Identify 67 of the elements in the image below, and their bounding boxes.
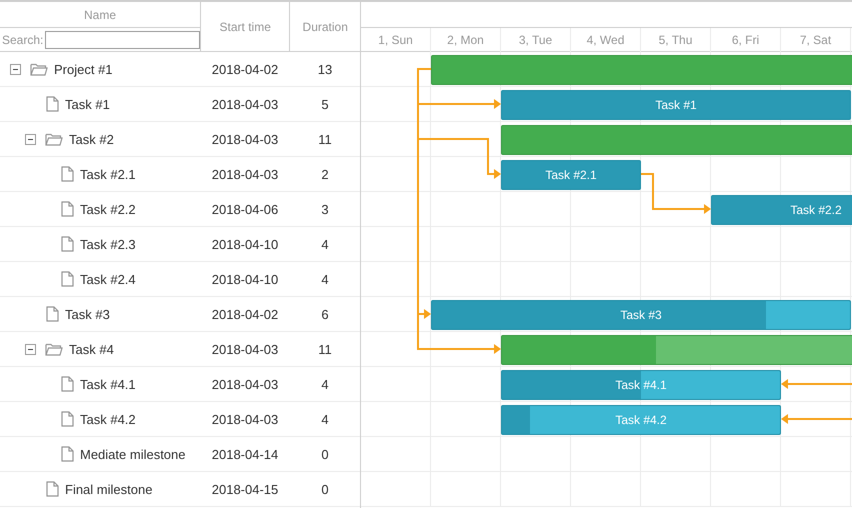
start-date: 2018-04-03: [210, 96, 280, 112]
task-name[interactable]: Task #2.1: [80, 166, 136, 182]
duration-value: 0: [320, 482, 330, 496]
day-header: 6, Fri: [711, 28, 781, 52]
collapse-icon[interactable]: [25, 134, 36, 144]
duration-value: 0: [320, 446, 330, 462]
task-name[interactable]: Task #4.2: [80, 412, 136, 426]
start-date: 2018-04-10: [210, 272, 280, 286]
folder-icon: [45, 132, 63, 146]
day-header: 1, Sun: [361, 28, 431, 52]
dependency-arrow: [781, 379, 852, 389]
file-icon: [61, 446, 74, 462]
start-date: 2018-04-03: [210, 412, 280, 426]
duration-value: 4: [320, 272, 330, 286]
task-name[interactable]: Task #2.3: [80, 236, 136, 252]
file-icon: [61, 201, 74, 217]
task-name[interactable]: Task #2: [69, 132, 114, 146]
duration-value: 13: [316, 62, 334, 76]
start-date: 2018-04-03: [210, 342, 280, 356]
task-name[interactable]: Task #1: [65, 96, 110, 112]
task-name[interactable]: Mediate milestone: [80, 446, 186, 462]
folder-icon: [30, 62, 48, 76]
start-date: 2018-04-15: [210, 482, 280, 496]
duration-value: 6: [320, 306, 330, 322]
task-name[interactable]: Project #1: [54, 62, 113, 76]
day-header: 3, Tue: [501, 28, 571, 52]
task-name[interactable]: Task #2.4: [80, 272, 136, 286]
task-name[interactable]: Task #2.2: [80, 202, 136, 216]
start-date: 2018-04-02: [210, 306, 280, 322]
task-name[interactable]: Final milestone: [65, 482, 152, 496]
duration-value: 4: [320, 376, 330, 392]
collapse-icon[interactable]: [25, 344, 36, 354]
duration-value: 4: [320, 412, 330, 426]
file-icon: [61, 236, 74, 252]
file-icon: [46, 306, 59, 322]
folder-icon: [45, 342, 63, 356]
duration-value: 5: [320, 96, 330, 112]
task-name[interactable]: Task #4: [69, 342, 114, 356]
duration-value: 2: [320, 166, 330, 182]
collapse-icon[interactable]: [10, 64, 21, 74]
duration-value: 11: [317, 132, 333, 146]
task-name[interactable]: Task #4.1: [80, 376, 136, 392]
start-date: 2018-04-10: [210, 236, 280, 252]
start-date: 2018-04-03: [210, 166, 280, 182]
task-name[interactable]: Task #3: [65, 306, 110, 322]
dependency-arrow: [641, 173, 711, 214]
file-icon: [46, 481, 59, 497]
start-date: 2018-04-14: [210, 446, 280, 462]
search-label: Search:: [1, 32, 44, 46]
day-header: 2, Mon: [431, 28, 501, 52]
duration-value: 11: [317, 342, 333, 356]
start-date: 2018-04-03: [210, 376, 280, 392]
dependency-arrow: [781, 414, 852, 424]
duration-value: 4: [320, 236, 330, 252]
file-icon: [61, 271, 74, 287]
file-icon: [61, 166, 74, 182]
day-header: 5, Thu: [641, 28, 711, 52]
start-date: 2018-04-02: [210, 62, 280, 76]
day-header: 4, Wed: [571, 28, 641, 52]
file-icon: [46, 96, 59, 112]
start-date: 2018-04-03: [210, 132, 280, 146]
duration-value: 3: [320, 202, 330, 216]
file-icon: [61, 376, 74, 392]
search-field[interactable]: [45, 30, 200, 48]
day-header: 7, Sat: [781, 28, 851, 52]
start-date: 2018-04-06: [210, 202, 280, 216]
file-icon: [61, 411, 74, 427]
